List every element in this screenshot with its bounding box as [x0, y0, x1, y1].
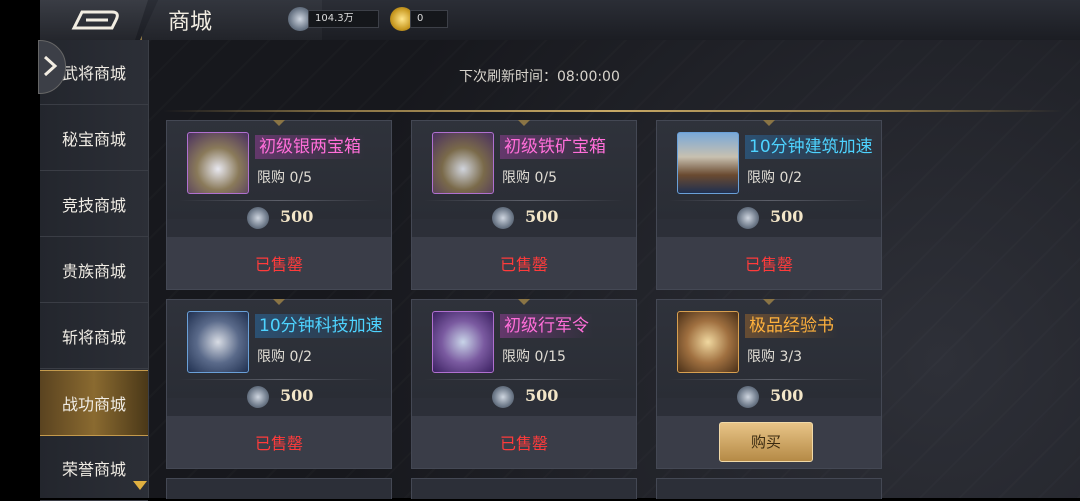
shop-card-partial[interactable]: [656, 478, 882, 499]
sidebar-item-noble[interactable]: 贵族商城: [40, 238, 148, 303]
item-price: 500: [770, 386, 804, 405]
purchase-limit: 限购 0/5: [502, 170, 557, 186]
sidebar-item-arena[interactable]: 竞技商城: [40, 172, 148, 237]
item-price: 500: [280, 386, 314, 405]
silver-resource: 104.3万: [288, 7, 379, 31]
sidebar-item-label: 战功商城: [61, 395, 126, 414]
sidebar-item-label: 秘宝商城: [61, 130, 126, 149]
item-price: 500: [525, 386, 559, 405]
shop-card-partial[interactable]: [166, 478, 392, 499]
item-price: 500: [525, 207, 559, 226]
sidebar-item-treasure[interactable]: 秘宝商城: [40, 106, 148, 171]
item-name: 极品经验书: [745, 314, 838, 338]
item-price: 500: [280, 207, 314, 226]
silver-value: 104.3万: [308, 10, 379, 28]
item-name: 初级银两宝箱: [255, 135, 365, 159]
shop-card-build-speedup[interactable]: 10分钟建筑加速 限购 0/2 500 已售罄: [656, 120, 882, 290]
silver-coin-icon: [492, 207, 514, 229]
shop-card-partial[interactable]: [411, 478, 637, 499]
page-title: 商城: [168, 10, 213, 35]
sidebar-item-slay[interactable]: 斩将商城: [40, 304, 148, 369]
iron-chest-icon: [432, 132, 494, 194]
sold-out-label: 已售罄: [254, 255, 303, 274]
sidebar-item-label: 贵族商城: [61, 262, 126, 281]
back-button[interactable]: [40, 0, 148, 40]
sidebar-item-label: 竞技商城: [61, 196, 126, 215]
sold-out-label: 已售罄: [744, 255, 793, 274]
gold-value: 0: [410, 10, 449, 28]
chevron-right-icon: [43, 55, 58, 77]
shop-card-silver-chest[interactable]: 初级银两宝箱 限购 0/5 500 已售罄: [166, 120, 392, 290]
shop-sidebar: 武将商城 秘宝商城 竞技商城 贵族商城 斩将商城 战功商城 荣誉商城: [40, 40, 149, 501]
purchase-limit: 限购 0/15: [502, 349, 566, 365]
divider: [163, 110, 1063, 112]
purchase-limit: 限购 0/5: [257, 170, 312, 186]
tech-speedup-icon: [187, 311, 249, 373]
gold-resource: 0: [390, 7, 449, 31]
hourglass-icon: [432, 311, 494, 373]
item-price: 500: [770, 207, 804, 226]
shop-card-tech-speedup[interactable]: 10分钟科技加速 限购 0/2 500 已售罄: [166, 299, 392, 469]
silver-coin-icon: [247, 386, 269, 408]
silver-coin-icon: [737, 386, 759, 408]
back-arrow-icon: [71, 10, 119, 30]
sold-out-label: 已售罄: [499, 255, 548, 274]
purchase-limit: 限购 0/2: [257, 349, 312, 365]
item-name: 10分钟建筑加速: [745, 135, 877, 159]
shop-card-iron-chest[interactable]: 初级铁矿宝箱 限购 0/5 500 已售罄: [411, 120, 637, 290]
left-edge: [0, 0, 40, 498]
chevron-down-icon: [133, 481, 147, 490]
shop-card-march-token[interactable]: 初级行军令 限购 0/15 500 已售罄: [411, 299, 637, 469]
purchase-limit: 限购 0/2: [747, 170, 802, 186]
silver-coin-icon: [247, 207, 269, 229]
silver-coin-icon: [737, 207, 759, 229]
top-bar: 商城 104.3万 0: [40, 0, 1080, 41]
item-name: 初级行军令: [500, 314, 593, 338]
exp-book-icon: [677, 311, 739, 373]
sidebar-item-label: 武将商城: [61, 64, 126, 83]
refresh-timer: 下次刷新时间：08:00:00: [459, 69, 620, 85]
sidebar-item-label: 荣誉商城: [61, 460, 126, 479]
sold-out-label: 已售罄: [499, 434, 548, 453]
sidebar-item-label: 斩将商城: [61, 328, 126, 347]
sold-out-label: 已售罄: [254, 434, 303, 453]
shop-content: 下次刷新时间：08:00:00 初级银两宝箱 限购 0/5 500 已售罄 初级…: [149, 40, 1080, 499]
item-name: 10分钟科技加速: [255, 314, 387, 338]
sidebar-item-merit[interactable]: 战功商城: [40, 370, 148, 436]
shop-card-exp-book[interactable]: 极品经验书 限购 3/3 500 购买: [656, 299, 882, 469]
building-speedup-icon: [677, 132, 739, 194]
silver-coin-icon: [492, 386, 514, 408]
buy-button[interactable]: 购买: [719, 422, 813, 462]
item-name: 初级铁矿宝箱: [500, 135, 610, 159]
purchase-limit: 限购 3/3: [747, 349, 802, 365]
silver-chest-icon: [187, 132, 249, 194]
